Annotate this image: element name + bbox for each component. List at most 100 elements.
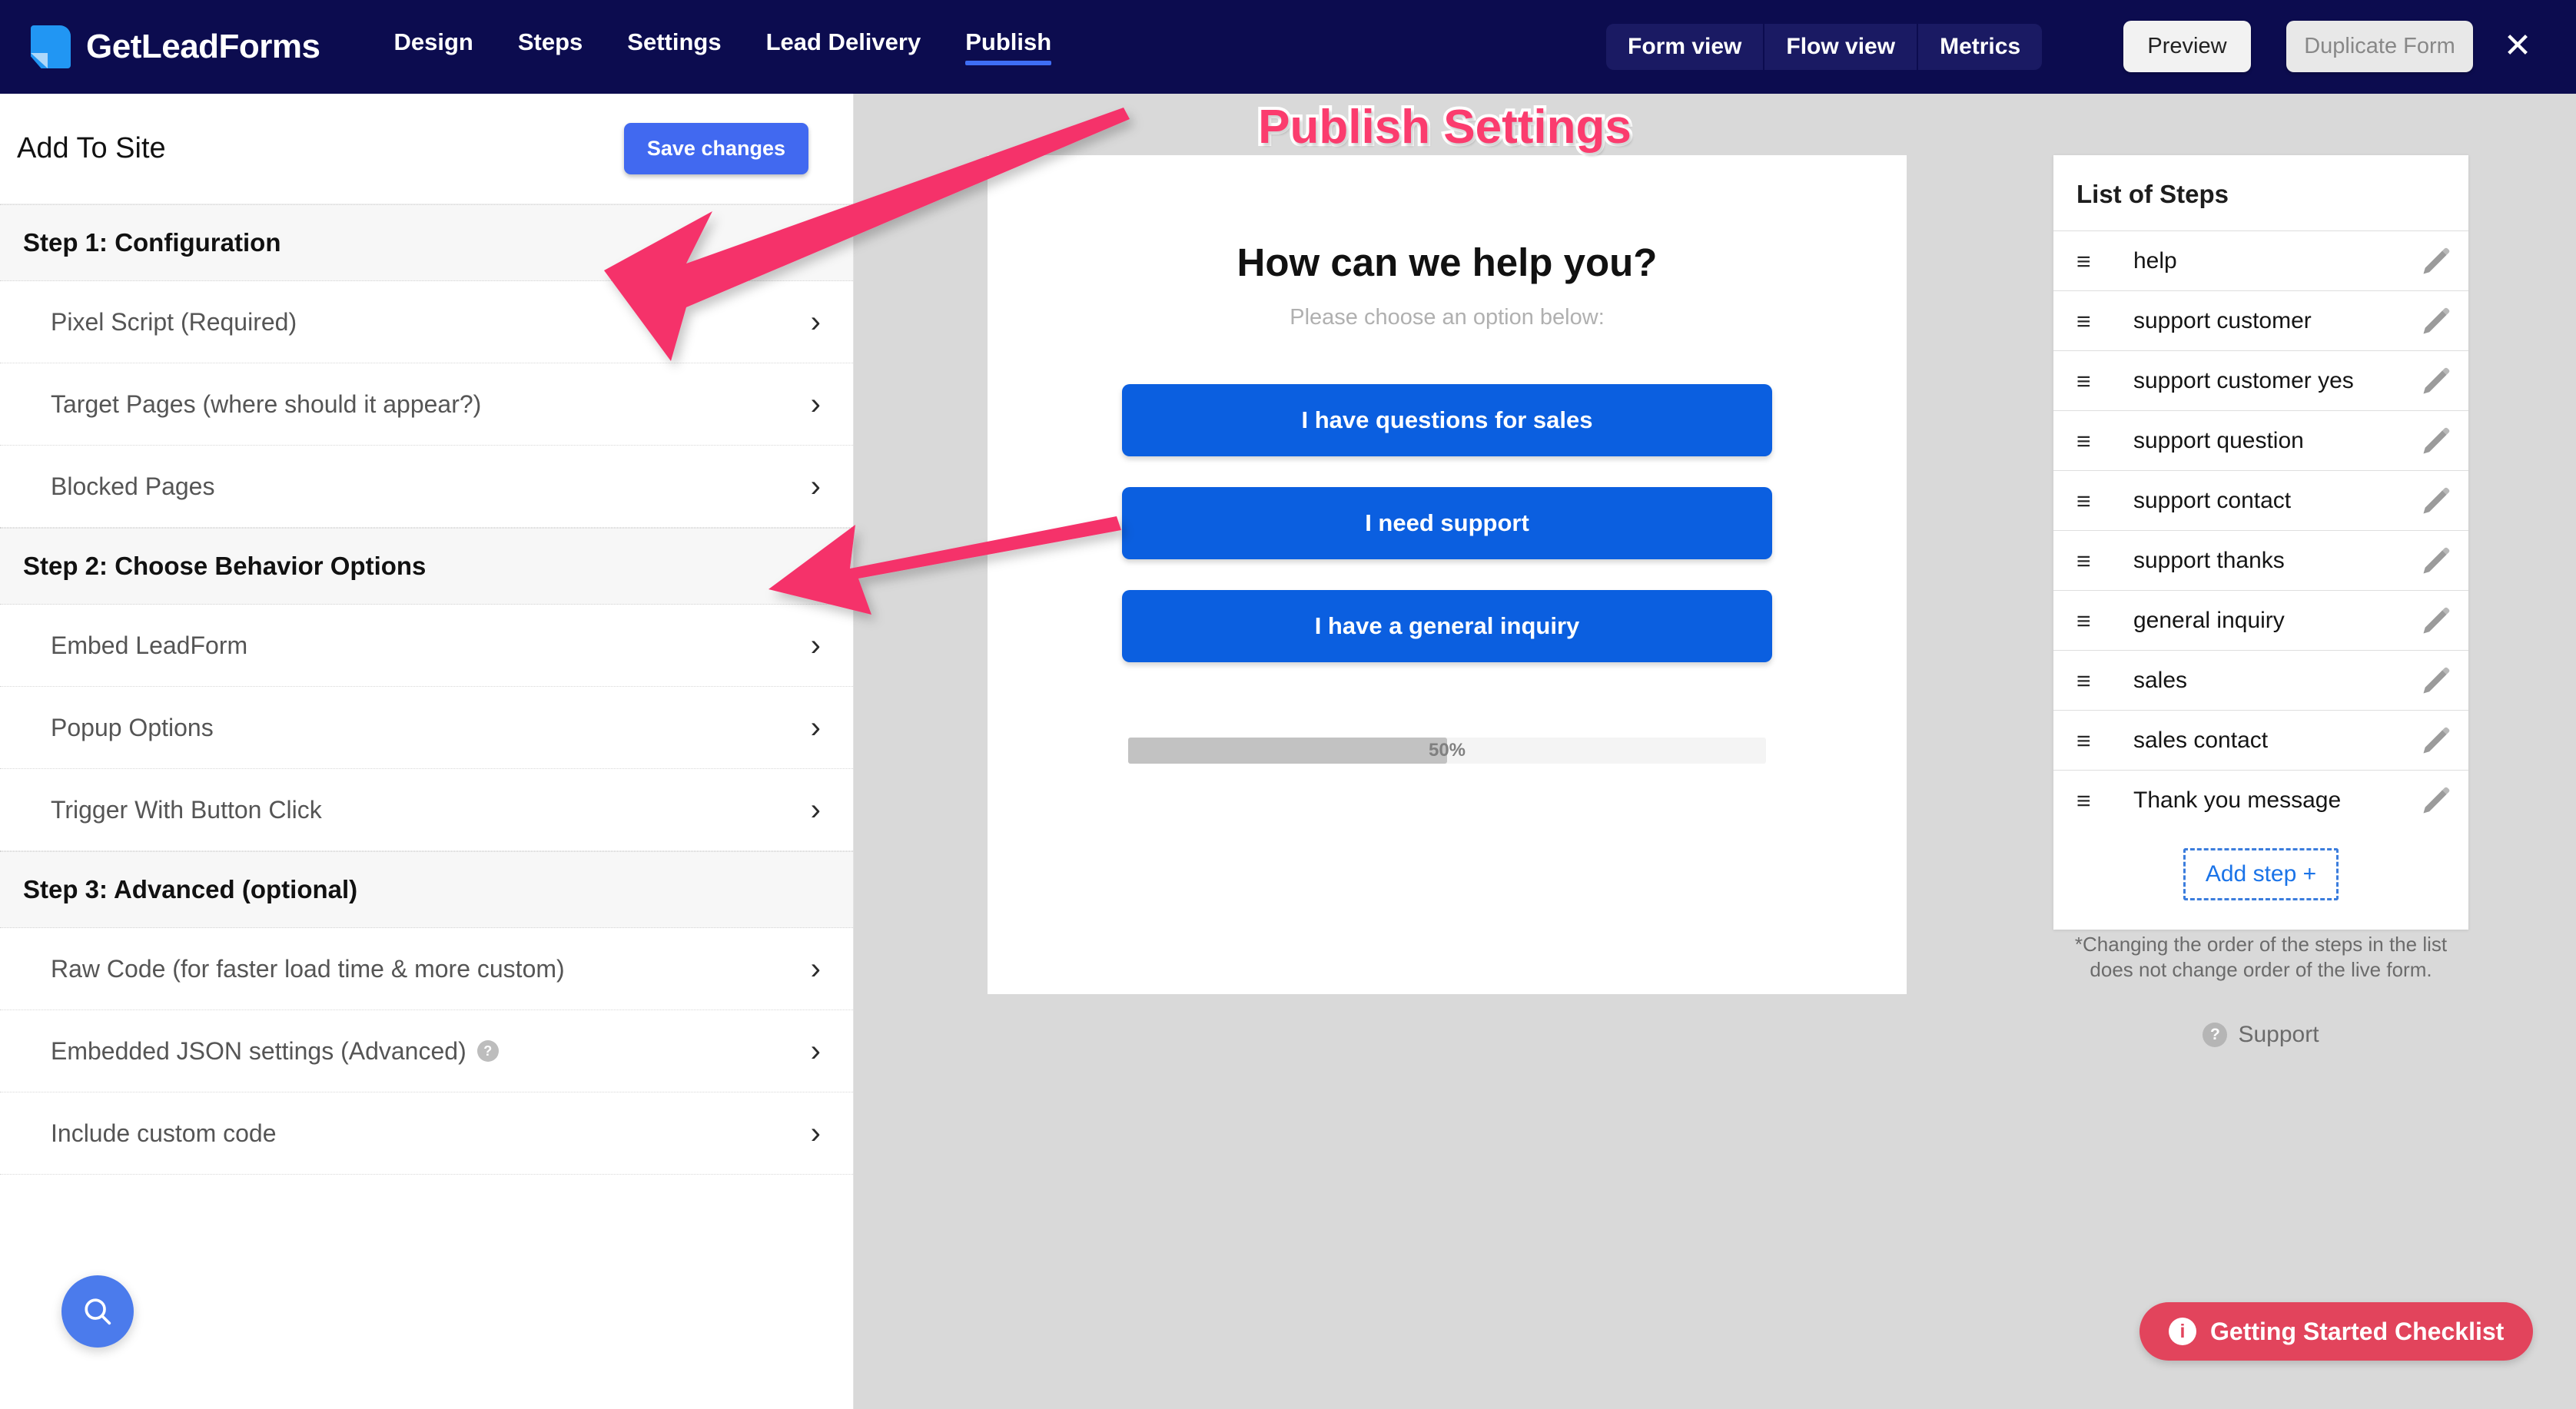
search-icon: [85, 1298, 111, 1325]
checklist-label: Getting Started Checklist: [2210, 1317, 2505, 1345]
support-link[interactable]: ? Support: [2053, 1022, 2468, 1048]
nav-item-settings[interactable]: Settings: [627, 28, 721, 65]
preview-button[interactable]: Preview: [2123, 21, 2251, 72]
progress-track: 50%: [1128, 738, 1766, 764]
sidebar-item-embed-leadform[interactable]: Embed LeadForm ›: [0, 605, 853, 687]
step-name: sales: [2133, 667, 2188, 693]
chevron-right-icon: ›: [810, 952, 821, 986]
sidebar-item-include-custom-code[interactable]: Include custom code ›: [0, 1092, 853, 1175]
form-option-support[interactable]: I need support: [1122, 487, 1772, 559]
sidebar-group-step-2: Step 2: Choose Behavior Options: [0, 528, 853, 605]
close-icon[interactable]: ✕: [2498, 26, 2538, 66]
step-row[interactable]: ≡ support thanks: [2053, 530, 2468, 590]
drag-handle-icon[interactable]: ≡: [2076, 728, 2104, 753]
drag-handle-icon[interactable]: ≡: [2076, 788, 2104, 813]
sidebar-item-trigger-with-button-click[interactable]: Trigger With Button Click ›: [0, 769, 853, 851]
pencil-icon[interactable]: [2419, 724, 2453, 758]
form-options: I have questions for sales I need suppor…: [988, 384, 1907, 662]
drag-handle-icon[interactable]: ≡: [2076, 249, 2104, 274]
progress-label: 50%: [1428, 740, 1466, 761]
tab-flow-view[interactable]: Flow view: [1764, 24, 1919, 70]
step-row[interactable]: ≡ help: [2053, 230, 2468, 290]
nav-item-design[interactable]: Design: [394, 28, 473, 65]
save-changes-button[interactable]: Save changes: [623, 123, 808, 174]
list-of-steps-panel: List of Steps ≡ help ≡ support customer …: [2053, 155, 2468, 930]
pencil-icon[interactable]: [2419, 784, 2453, 817]
sidebar-item-popup-options[interactable]: Popup Options ›: [0, 687, 853, 769]
tab-form-view[interactable]: Form view: [1606, 24, 1765, 70]
drag-handle-icon[interactable]: ≡: [2076, 608, 2104, 633]
pencil-icon[interactable]: [2419, 544, 2453, 578]
search-fab-button[interactable]: [61, 1275, 134, 1348]
drag-handle-icon[interactable]: ≡: [2076, 489, 2104, 513]
app-root: GetLeadForms Design Steps Settings Lead …: [0, 0, 2576, 1409]
getting-started-checklist-button[interactable]: i Getting Started Checklist: [2139, 1302, 2534, 1361]
pencil-icon[interactable]: [2419, 424, 2453, 458]
drag-handle-icon[interactable]: ≡: [2076, 668, 2104, 693]
step-row[interactable]: ≡ general inquiry: [2053, 590, 2468, 650]
step-name: sales contact: [2133, 727, 2269, 753]
chevron-right-icon: ›: [810, 711, 821, 744]
chevron-right-icon: ›: [810, 305, 821, 339]
form-option-sales[interactable]: I have questions for sales: [1122, 384, 1772, 456]
question-mark-icon: ?: [2203, 1023, 2228, 1047]
form-progress: 50%: [988, 738, 1907, 764]
nav-item-steps[interactable]: Steps: [518, 28, 583, 65]
step-row[interactable]: ≡ sales: [2053, 650, 2468, 710]
step-name: general inquiry: [2133, 607, 2285, 633]
drag-handle-icon[interactable]: ≡: [2076, 309, 2104, 333]
sidebar-item-label: Target Pages (where should it appear?): [51, 390, 482, 418]
chevron-right-icon: ›: [810, 387, 821, 421]
help-icon[interactable]: ?: [476, 1040, 499, 1062]
drag-handle-icon[interactable]: ≡: [2076, 429, 2104, 453]
step-row[interactable]: ≡ support customer: [2053, 290, 2468, 350]
tab-metrics[interactable]: Metrics: [1918, 24, 2043, 70]
chevron-right-icon: ›: [810, 793, 821, 827]
step-name: support question: [2133, 427, 2304, 453]
sidebar-item-blocked-pages[interactable]: Blocked Pages ›: [0, 446, 853, 528]
chevron-right-icon: ›: [810, 1034, 821, 1068]
step-name: help: [2133, 247, 2177, 274]
sidebar-item-label-wrap: Embedded JSON settings (Advanced) ?: [51, 1037, 499, 1066]
step-row[interactable]: ≡ sales contact: [2053, 710, 2468, 770]
pencil-icon[interactable]: [2419, 664, 2453, 698]
nav-item-publish[interactable]: Publish: [965, 28, 1051, 65]
step-row[interactable]: ≡ support contact: [2053, 470, 2468, 530]
sidebar-item-label: Include custom code: [51, 1119, 277, 1147]
info-icon: i: [2169, 1318, 2196, 1345]
step-row[interactable]: ≡ support customer yes: [2053, 350, 2468, 410]
chevron-right-icon: ›: [810, 628, 821, 662]
drag-handle-icon[interactable]: ≡: [2076, 369, 2104, 393]
sidebar-item-target-pages[interactable]: Target Pages (where should it appear?) ›: [0, 363, 853, 446]
sidebar-item-label: Embedded JSON settings (Advanced): [51, 1036, 466, 1065]
getleadforms-logo-icon: [31, 25, 71, 68]
step-row[interactable]: ≡ support question: [2053, 410, 2468, 470]
form-option-general-inquiry[interactable]: I have a general inquiry: [1122, 590, 1772, 662]
step-name: support customer: [2133, 307, 2312, 333]
nav-item-lead-delivery[interactable]: Lead Delivery: [766, 28, 921, 65]
add-step-button[interactable]: Add step +: [2183, 848, 2339, 900]
support-label: Support: [2238, 1022, 2319, 1047]
step-row[interactable]: ≡ Thank you message: [2053, 770, 2468, 830]
sidebar-item-label: Blocked Pages: [51, 472, 215, 500]
pencil-icon[interactable]: [2419, 244, 2453, 278]
step-name: support thanks: [2133, 547, 2285, 573]
sidebar-item-embedded-json-settings[interactable]: Embedded JSON settings (Advanced) ? ›: [0, 1010, 853, 1092]
drag-handle-icon[interactable]: ≡: [2076, 549, 2104, 573]
chevron-right-icon: ›: [810, 469, 821, 503]
sidebar-item-raw-code[interactable]: Raw Code (for faster load time & more cu…: [0, 928, 853, 1010]
pencil-icon[interactable]: [2419, 484, 2453, 518]
sidebar-group-step-1: Step 1: Configuration: [0, 204, 853, 281]
sidebar-item-pixel-script[interactable]: Pixel Script (Required) ›: [0, 281, 853, 363]
form-heading: How can we help you?: [1237, 240, 1658, 284]
duplicate-form-button[interactable]: Duplicate Form: [2286, 21, 2473, 72]
brand[interactable]: GetLeadForms: [31, 25, 320, 68]
step-name: Thank you message: [2133, 787, 2342, 813]
brand-name: GetLeadForms: [86, 28, 320, 65]
sidebar-item-label: Popup Options: [51, 713, 214, 741]
pencil-icon[interactable]: [2419, 304, 2453, 338]
pencil-icon[interactable]: [2419, 364, 2453, 398]
main-nav: Design Steps Settings Lead Delivery Publ…: [394, 28, 1051, 65]
pencil-icon[interactable]: [2419, 604, 2453, 638]
sidebar-item-label: Trigger With Button Click: [51, 795, 322, 824]
